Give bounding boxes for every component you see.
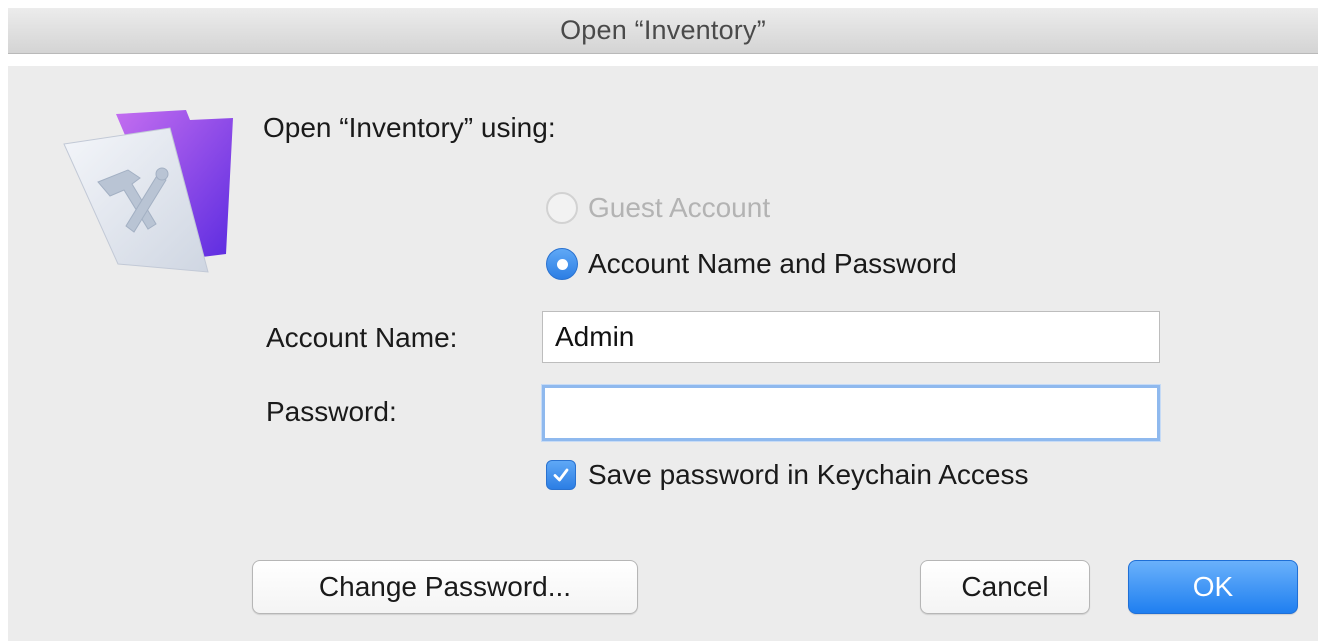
keychain-label[interactable]: Save password in Keychain Access [588,459,1028,491]
filemaker-app-icon [63,110,233,273]
checkmark-icon [553,468,569,482]
keychain-option[interactable]: Save password in Keychain Access [546,459,1028,491]
guest-account-option: Guest Account [546,192,770,224]
account-name-label: Account Name: [266,322,458,353]
account-password-option[interactable]: Account Name and Password [546,248,957,280]
account-name-input[interactable] [542,311,1160,363]
cancel-button[interactable]: Cancel [920,560,1090,614]
radio-selected-dot [556,258,568,270]
open-file-dialog: Open “Inventory” using: Guest Account Ac… [8,66,1318,641]
window-title: Open “Inventory” [560,15,766,45]
ok-button[interactable]: OK [1128,560,1298,614]
password-input[interactable] [542,385,1160,441]
dialog-prompt: Open “Inventory” using: [263,112,556,143]
password-label: Password: [266,396,397,427]
account-password-label[interactable]: Account Name and Password [588,248,957,280]
window-titlebar[interactable]: Open “Inventory” [8,8,1318,54]
guest-account-radio [546,192,578,224]
change-password-button[interactable]: Change Password... [252,560,638,614]
guest-account-label: Guest Account [588,192,771,223]
keychain-checkbox[interactable] [546,460,576,490]
account-password-radio[interactable] [546,248,578,280]
